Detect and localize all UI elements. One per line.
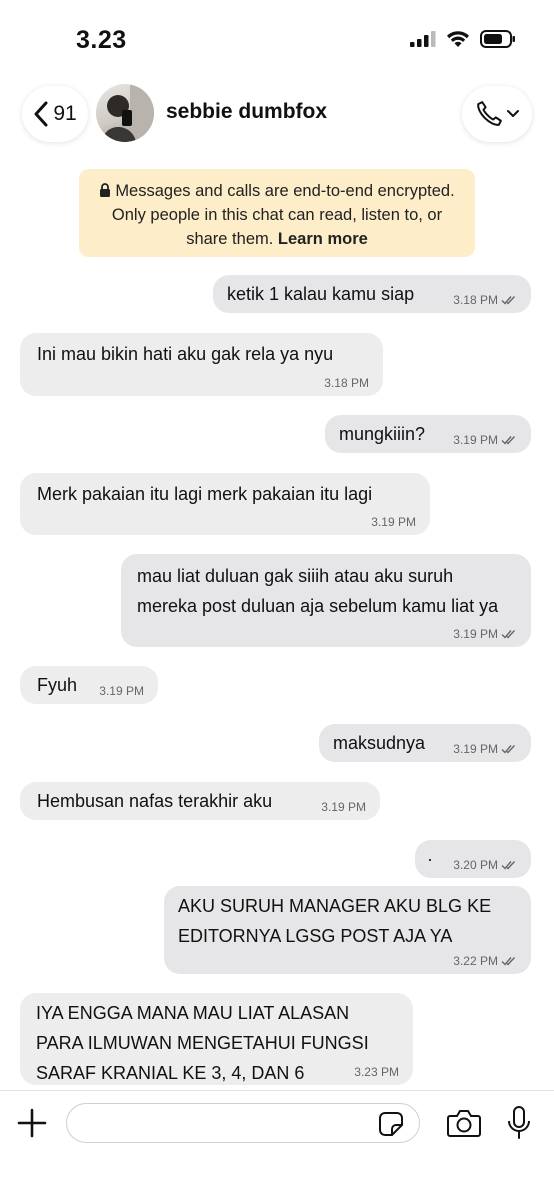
status-icons xyxy=(410,30,516,48)
message-out[interactable]: ketik 1 kalau kamu siap 3.18 PM xyxy=(213,275,531,313)
message-meta: 3.19 PM xyxy=(453,628,517,640)
microphone-icon[interactable] xyxy=(506,1105,532,1141)
message-time: 3.23 PM xyxy=(354,1065,399,1079)
message-meta: 3.18 PM xyxy=(453,294,517,306)
message-composer xyxy=(0,1090,554,1201)
camera-icon[interactable] xyxy=(446,1107,482,1139)
message-out[interactable]: AKU SURUH MANAGER AKU BLG KE EDITORNYA L… xyxy=(164,886,531,974)
message-time: 3.22 PM xyxy=(453,954,498,968)
double-check-icon xyxy=(501,436,516,445)
message-meta: 3.23 PM xyxy=(354,1066,399,1078)
message-meta: 3.19 PM xyxy=(99,685,144,697)
message-out[interactable]: mau liat duluan gak siiih atau aku suruh… xyxy=(121,554,531,647)
avatar[interactable] xyxy=(96,84,154,142)
avatar-photo xyxy=(102,84,154,142)
message-meta: 3.18 PM xyxy=(324,377,369,389)
lock-icon xyxy=(100,183,111,197)
message-meta: 3.22 PM xyxy=(453,955,517,967)
message-time: 3.18 PM xyxy=(324,376,369,390)
signal-icon xyxy=(410,31,436,47)
message-time: 3.19 PM xyxy=(99,684,144,698)
message-meta: 3.19 PM xyxy=(371,516,416,528)
message-meta: 3.19 PM xyxy=(453,743,517,755)
message-time: 3.19 PM xyxy=(453,627,498,641)
message-time: 3.18 PM xyxy=(453,293,498,307)
status-time: 3.23 xyxy=(76,26,127,54)
message-text: AKU SURUH MANAGER AKU BLG KE EDITORNYA L… xyxy=(178,896,492,946)
call-button[interactable] xyxy=(462,86,532,142)
message-time: 3.19 PM xyxy=(371,515,416,529)
chevron-down-icon xyxy=(507,110,519,117)
encryption-notice[interactable]: Messages and calls are end-to-end encryp… xyxy=(79,169,475,257)
message-meta: 3.19 PM xyxy=(453,434,517,446)
sticker-icon[interactable] xyxy=(378,1111,404,1137)
message-out[interactable]: mungkiiin? 3.19 PM xyxy=(325,415,531,453)
double-check-icon xyxy=(501,957,516,966)
message-text: Hembusan nafas terakhir aku xyxy=(37,791,273,811)
wifi-icon xyxy=(447,31,469,47)
message-out[interactable]: · 3.20 PM xyxy=(415,840,531,878)
phone-icon xyxy=(477,101,502,126)
message-text: mau liat duluan gak siiih atau aku suruh… xyxy=(137,566,499,616)
message-meta: 3.19 PM xyxy=(321,801,366,813)
plus-icon[interactable] xyxy=(16,1107,48,1139)
message-text: Ini mau bikin hati aku gak rela ya nyu xyxy=(37,344,334,364)
message-text: Merk pakaian itu lagi merk pakaian itu l… xyxy=(37,484,373,504)
message-input[interactable] xyxy=(66,1103,420,1143)
message-in[interactable]: Hembusan nafas terakhir aku 3.19 PM xyxy=(20,782,380,820)
double-check-icon xyxy=(501,861,516,870)
message-meta: 3.20 PM xyxy=(453,859,517,871)
contact-name[interactable]: sebbie dumbfox xyxy=(166,100,327,124)
status-bar: 3.23 xyxy=(0,0,554,80)
chat-header: 91 sebbie dumbfox xyxy=(0,80,554,154)
message-out[interactable]: maksudnya 3.19 PM xyxy=(319,724,531,762)
chevron-left-icon xyxy=(34,101,48,127)
message-time: 3.19 PM xyxy=(453,742,498,756)
double-check-icon xyxy=(501,745,516,754)
message-time: 3.19 PM xyxy=(453,433,498,447)
message-in[interactable]: Fyuh 3.19 PM xyxy=(20,666,158,704)
message-in[interactable]: Merk pakaian itu lagi merk pakaian itu l… xyxy=(20,473,430,535)
double-check-icon xyxy=(501,296,516,305)
message-time: 3.19 PM xyxy=(321,800,366,814)
double-check-icon xyxy=(501,630,516,639)
learn-more-link[interactable]: Learn more xyxy=(278,230,368,248)
unread-count: 91 xyxy=(53,102,77,125)
back-button[interactable]: 91 xyxy=(22,86,88,142)
battery-icon xyxy=(480,30,515,48)
message-in[interactable]: Ini mau bikin hati aku gak rela ya nyu 3… xyxy=(20,333,383,396)
message-time: 3.20 PM xyxy=(453,858,498,872)
message-in[interactable]: IYA ENGGA MANA MAU LIAT ALASAN PARA ILMU… xyxy=(20,993,413,1085)
message-text: IYA ENGGA MANA MAU LIAT ALASAN PARA ILMU… xyxy=(36,1003,369,1083)
